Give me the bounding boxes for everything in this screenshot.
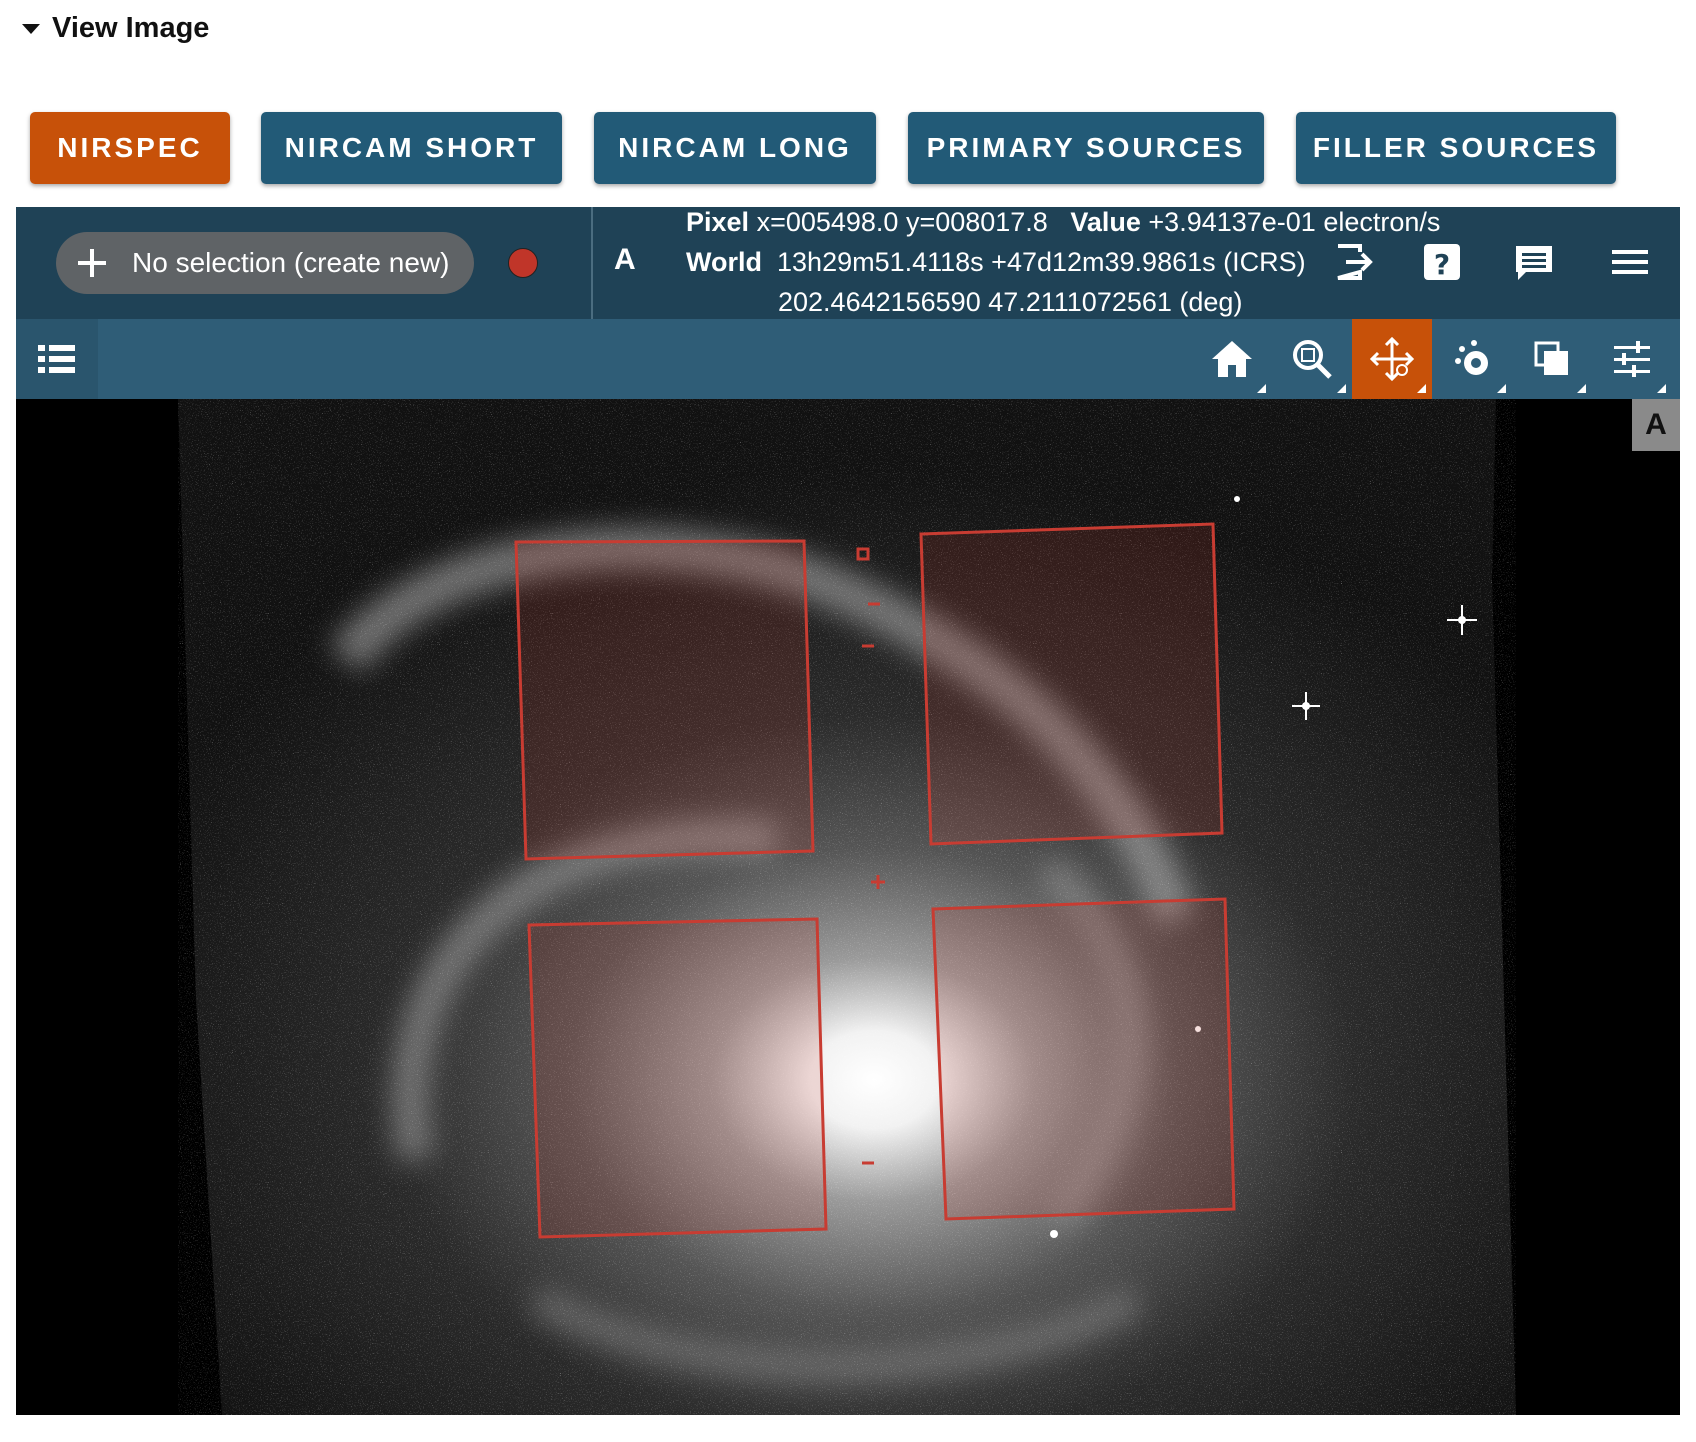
menu-icon[interactable]: [1608, 240, 1652, 284]
home-icon[interactable]: [1192, 319, 1272, 399]
pixel-value: x=005498.0 y=008017.8: [756, 207, 1048, 237]
pixel-readout: Pixel x=005498.0 y=008017.8 Value +3.941…: [686, 207, 1440, 238]
subset-selection-dropdown[interactable]: No selection (create new): [56, 232, 474, 294]
viewer-corner-label: A: [1632, 399, 1680, 451]
section-title: View Image: [52, 11, 210, 44]
svg-text:?: ?: [1434, 248, 1450, 281]
world-deg-readout: 202.4642156590 47.2111072561 (deg): [778, 287, 1243, 317]
plus-icon: [78, 249, 106, 277]
view-image-toggle[interactable]: View Image: [22, 10, 209, 46]
footprint-quadrant-4[interactable]: [931, 897, 1236, 1221]
instrument-button-row: NIRSPEC NIRCAM SHORT NIRCAM LONG PRIMARY…: [0, 112, 1696, 184]
viewer-toolbar: [16, 319, 1680, 399]
pan-zoom-icon[interactable]: [1352, 319, 1432, 399]
value-value: +3.94137e-01 electron/s: [1148, 207, 1441, 237]
tool-submenu-indicator: [1497, 384, 1506, 393]
nircam-long-button[interactable]: NIRCAM LONG: [594, 112, 876, 184]
pixel-label: Pixel: [686, 207, 750, 237]
caret-down-icon: [22, 24, 40, 34]
image-viewer[interactable]: A: [16, 399, 1680, 1415]
world-value: 13h29m51.4118s +47d12m39.9861s (ICRS): [777, 247, 1306, 277]
footprint-quadrant-1[interactable]: [514, 539, 815, 861]
comment-icon[interactable]: [1512, 240, 1556, 284]
world-readout: World 13h29m51.4118s +47d12m39.9861s (IC…: [686, 247, 1306, 278]
nircam-short-button[interactable]: NIRCAM SHORT: [261, 112, 562, 184]
tool-submenu-indicator: [1417, 384, 1426, 393]
settings-icon[interactable]: [1592, 319, 1672, 399]
nirspec-button[interactable]: NIRSPEC: [30, 112, 230, 184]
tool-submenu-indicator: [1657, 384, 1666, 393]
viewer-id-label: A: [614, 243, 636, 276]
selection-color-indicator[interactable]: [508, 248, 538, 278]
export-icon[interactable]: [1332, 240, 1376, 284]
primary-sources-button[interactable]: PRIMARY SOURCES: [908, 112, 1264, 184]
layer-list-icon[interactable]: [16, 319, 98, 399]
zoom-icon[interactable]: [1272, 319, 1352, 399]
topbar-divider: [591, 207, 593, 319]
tool-submenu-indicator: [1257, 384, 1266, 393]
galaxy-image[interactable]: [16, 399, 1680, 1415]
tool-submenu-indicator: [1577, 384, 1586, 393]
filler-sources-button[interactable]: FILLER SOURCES: [1296, 112, 1616, 184]
contrast-icon[interactable]: [1432, 319, 1512, 399]
footprint-quadrant-3[interactable]: [527, 917, 828, 1239]
tool-submenu-indicator: [1337, 384, 1346, 393]
world-label: World: [686, 247, 762, 277]
help-icon[interactable]: ?: [1420, 240, 1464, 284]
layers-icon[interactable]: [1512, 319, 1592, 399]
viewer-topbar: No selection (create new) A Pixel x=0054…: [16, 207, 1680, 319]
selection-label: No selection (create new): [132, 247, 450, 278]
value-label: Value: [1070, 207, 1141, 237]
footprint-quadrant-2[interactable]: [919, 522, 1224, 846]
